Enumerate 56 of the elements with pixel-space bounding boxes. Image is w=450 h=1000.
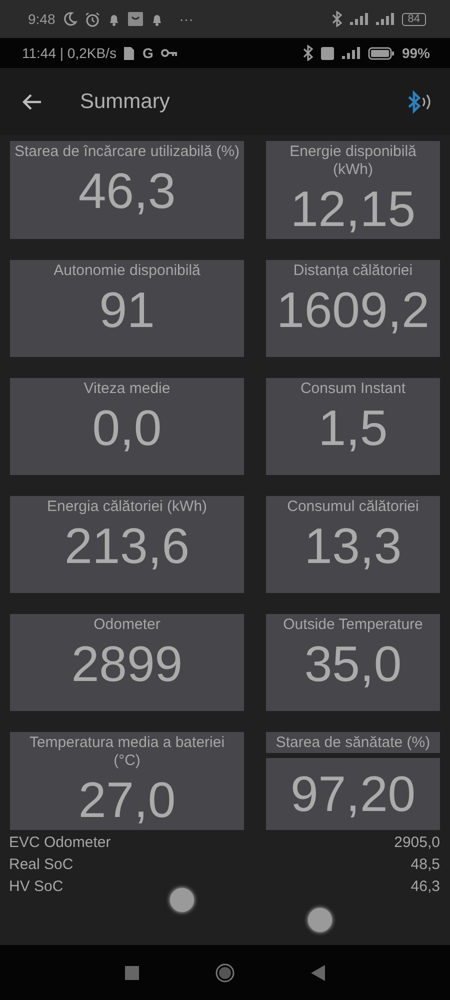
metric-label: Autonomie disponibilă	[52, 262, 202, 280]
metric-label: Consumul călătoriei	[286, 498, 420, 516]
bell-icon	[108, 12, 120, 26]
key-icon	[161, 49, 178, 57]
metric-value: 27,0	[77, 771, 177, 830]
metric-value: 1609,2	[276, 281, 430, 340]
metric-value: 0,0	[91, 399, 163, 458]
metric-label: Odometer	[92, 616, 162, 634]
signal-icon	[350, 13, 368, 25]
metric-value: 46,3	[77, 162, 177, 221]
metric-value: 12,15	[289, 180, 417, 239]
bluetooth-icon	[302, 45, 313, 61]
info-value: 48,5	[410, 855, 440, 875]
metric-value: 2899	[70, 635, 184, 694]
metric-label: Consum Instant	[299, 380, 407, 398]
info-label: Real SoC	[9, 855, 74, 875]
metric-label: Starea de sănătate (%)	[266, 732, 440, 753]
back-button-icon[interactable]	[311, 964, 325, 980]
touch-indicator	[170, 888, 194, 912]
metric-label: Viteza medie	[82, 380, 172, 398]
clock-time: 9:48	[28, 10, 56, 28]
metric-label: Energia călătoriei (kWh)	[46, 498, 208, 516]
battery-icon	[368, 46, 394, 60]
bell-icon	[151, 12, 164, 26]
back-arrow-icon[interactable]	[22, 92, 42, 110]
home-button-icon[interactable]	[215, 962, 235, 982]
alarm-icon	[85, 12, 100, 26]
metric-value: 97,20	[266, 758, 440, 830]
metric-label: Temperatura media a bateriei (°C)	[28, 734, 226, 770]
metric-value: 91	[98, 281, 156, 340]
metric-label: Starea de încărcare utilizabilă (%)	[14, 143, 240, 161]
metric-label: Distanța călătoriei	[292, 262, 414, 280]
bluetooth-icon	[332, 11, 342, 27]
metric-value: 1,5	[317, 399, 389, 458]
network-type: G	[142, 44, 154, 62]
metric-label: Energie disponibilă (kWh)	[288, 143, 418, 179]
recents-button-icon[interactable]	[125, 966, 139, 980]
moon-icon	[63, 12, 78, 26]
battery-percentage: 99%	[402, 44, 430, 62]
metric-label: Outside Temperature	[282, 616, 424, 634]
touch-indicator	[308, 908, 332, 932]
battery-indicator: 84	[402, 12, 426, 26]
info-value: 46,3	[410, 877, 440, 897]
status-text: 11:44 | 0,2KB/s	[22, 44, 116, 63]
info-value: 2905,0	[394, 833, 440, 853]
sim-card-icon	[124, 46, 134, 60]
metric-value: 213,6	[63, 517, 191, 576]
signal-icon	[342, 47, 360, 59]
metric-value: 35,0	[303, 635, 403, 694]
info-label: EVC Odometer	[9, 833, 111, 853]
message-icon	[128, 12, 144, 26]
metric-value: 13,3	[303, 517, 403, 576]
info-label: HV SoC	[9, 877, 64, 897]
signal-icon	[376, 13, 394, 25]
screen-title: Summary	[80, 88, 171, 115]
more-indicator: ···	[179, 10, 194, 28]
